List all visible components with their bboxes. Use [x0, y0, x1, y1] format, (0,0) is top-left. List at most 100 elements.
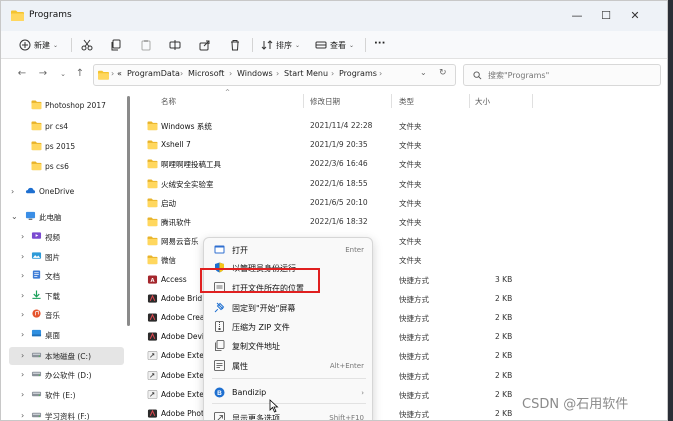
breadcrumb-programs[interactable]: Programs	[339, 69, 377, 78]
sidebar-item[interactable]: ⌄ 此电脑	[1, 208, 126, 226]
chevron-right-icon[interactable]: ›	[21, 411, 29, 420]
sidebar-item[interactable]: › 本地磁盘 (C:)	[9, 347, 124, 365]
sidebar-item[interactable]: › 音乐	[1, 306, 126, 324]
chevron-down-icon: ⌄	[53, 41, 59, 49]
cut-icon[interactable]	[81, 39, 93, 51]
sidebar-item-label: 下载	[45, 292, 60, 301]
chevron-right-icon[interactable]: ›	[11, 187, 19, 196]
close-button[interactable]: ✕	[627, 8, 643, 24]
context-menu-item[interactable]: 属性 Alt+Enter	[208, 357, 370, 375]
breadcrumb-separator: ›	[180, 69, 184, 78]
chevron-right-icon[interactable]: ›	[21, 390, 29, 399]
sidebar-item[interactable]: › 下载	[1, 287, 126, 305]
forward-arrow-icon[interactable]: →	[36, 67, 50, 81]
share-icon[interactable]	[199, 39, 211, 51]
copy-icon[interactable]	[110, 39, 122, 51]
new-label: 新建	[34, 40, 50, 50]
sidebar-item[interactable]: › 图片	[1, 248, 126, 266]
chevron-right-icon[interactable]: ›	[21, 330, 29, 339]
file-name: Adobe Exte	[161, 351, 204, 361]
chevron-right-icon[interactable]: ›	[21, 252, 29, 261]
up-arrow-icon[interactable]: ↑	[73, 67, 87, 81]
highlight-annotation	[200, 268, 320, 293]
column-header-date[interactable]: 修改日期	[310, 96, 340, 107]
pin-icon	[214, 302, 225, 313]
search-icon	[473, 71, 482, 80]
sidebar-item[interactable]: pr cs4	[1, 118, 126, 136]
svg-text:A: A	[150, 277, 155, 283]
delete-icon[interactable]	[229, 39, 241, 51]
address-dropdown-icon[interactable]: ⌄	[420, 68, 427, 77]
sidebar-item[interactable]: › OneDrive	[1, 183, 126, 201]
file-name: 腾讯软件	[161, 218, 191, 227]
toolbar-divider	[252, 38, 253, 52]
sidebar-item-label: 音乐	[45, 311, 60, 320]
context-menu-item[interactable]: 显示更多选项 Shift+F10	[208, 409, 370, 420]
column-header-size[interactable]: 大小	[475, 96, 490, 107]
breadcrumb-microsoft[interactable]: Microsoft	[188, 69, 224, 78]
shortcut-icon	[147, 389, 158, 399]
column-header-type[interactable]: 类型	[399, 96, 414, 107]
cloud-icon	[25, 187, 36, 194]
minimize-button[interactable]: —	[569, 8, 585, 24]
chevron-right-icon[interactable]: ›	[21, 271, 29, 280]
file-row[interactable]: 腾讯软件 2022/1/6 18:32 文件夹	[135, 213, 665, 232]
paste-icon[interactable]	[140, 39, 152, 51]
open-icon	[214, 245, 225, 254]
sort-icon	[261, 40, 273, 50]
chevron-right-icon[interactable]: ›	[21, 310, 29, 319]
context-menu-item[interactable]: 复制文件地址	[208, 337, 370, 355]
file-row[interactable]: 启动 2021/6/5 20:10 文件夹	[135, 194, 665, 213]
context-menu-item[interactable]: 打开 Enter	[208, 241, 370, 259]
breadcrumb-start-menu[interactable]: Start Menu	[284, 69, 328, 78]
back-arrow-icon[interactable]: ←	[15, 67, 29, 81]
file-type: 快捷方式	[399, 390, 429, 400]
refresh-icon[interactable]: ↻	[439, 68, 447, 78]
folder-icon	[31, 141, 42, 151]
context-menu-item[interactable]: B Bandizip ›	[208, 384, 370, 402]
sidebar-item[interactable]: Photoshop 2017	[1, 97, 126, 115]
sidebar-item[interactable]: › 桌面	[1, 326, 126, 344]
breadcrumb-windows[interactable]: Windows	[237, 69, 273, 78]
file-type: 快捷方式	[399, 371, 429, 381]
context-menu-item[interactable]: 固定到"开始"屏幕	[208, 299, 370, 317]
sidebar-item[interactable]: › 文档	[1, 267, 126, 285]
folder-icon	[31, 121, 42, 131]
breadcrumb-programdata[interactable]: ProgramData	[127, 69, 180, 78]
more-button[interactable]: ···	[374, 35, 385, 51]
chevron-right-icon[interactable]: ›	[21, 351, 29, 360]
context-menu-shortcut: Alt+Enter	[329, 362, 364, 370]
sidebar-item[interactable]: › 办公软件 (D:)	[1, 366, 126, 384]
file-row[interactable]: Xshell 7 2021/1/9 20:35 文件夹	[135, 136, 665, 155]
sort-button[interactable]: 排序 ⌄	[261, 37, 300, 53]
command-bar: 新建 ⌄ 排序 ⌄ 查看 ⌄ ···	[1, 31, 667, 59]
sidebar-item[interactable]: › 视频	[1, 228, 126, 246]
file-name: 火绒安全实验室	[161, 179, 214, 189]
file-row[interactable]: Windows 系统 2021/11/4 22:28 文件夹	[135, 117, 665, 136]
sidebar-item-label: OneDrive	[39, 187, 75, 196]
sidebar-item[interactable]: ps cs6	[1, 158, 126, 176]
sidebar-scrollbar[interactable]	[127, 96, 130, 326]
new-button[interactable]: 新建 ⌄	[19, 37, 58, 53]
breadcrumb-overflow[interactable]: «	[117, 69, 122, 78]
file-row[interactable]: 啊哩啊哩投稿工具 2022/3/6 16:46 文件夹	[135, 155, 665, 174]
chevron-right-icon[interactable]: ›	[21, 232, 29, 241]
folder-icon	[147, 159, 158, 169]
chevron-down-icon[interactable]: ⌄	[11, 212, 19, 221]
sidebar-item[interactable]: › 软件 (E:)	[1, 386, 126, 404]
chevron-down-icon: ⌄	[295, 41, 301, 49]
file-row[interactable]: 火绒安全实验室 2022/1/6 18:55 文件夹	[135, 175, 665, 194]
view-button[interactable]: 查看 ⌄	[315, 37, 354, 53]
chevron-right-icon[interactable]: ›	[21, 370, 29, 379]
context-menu-item[interactable]: 压缩为 ZIP 文件	[208, 318, 370, 336]
search-box[interactable]: 搜索"Programs"	[463, 64, 661, 86]
address-bar[interactable]: › « ProgramData › Microsoft › Windows › …	[93, 64, 456, 86]
column-header-name[interactable]: 名称	[161, 96, 176, 107]
sidebar-item[interactable]: ps 2015	[1, 138, 126, 156]
chevron-right-icon[interactable]: ›	[21, 291, 29, 300]
recent-chevron-icon[interactable]: ⌄	[56, 67, 70, 81]
column-divider	[391, 94, 392, 108]
rename-icon[interactable]	[169, 39, 181, 51]
sidebar-item[interactable]: › 学习资料 (F:)	[1, 407, 126, 420]
maximize-button[interactable]: ☐	[598, 8, 614, 24]
